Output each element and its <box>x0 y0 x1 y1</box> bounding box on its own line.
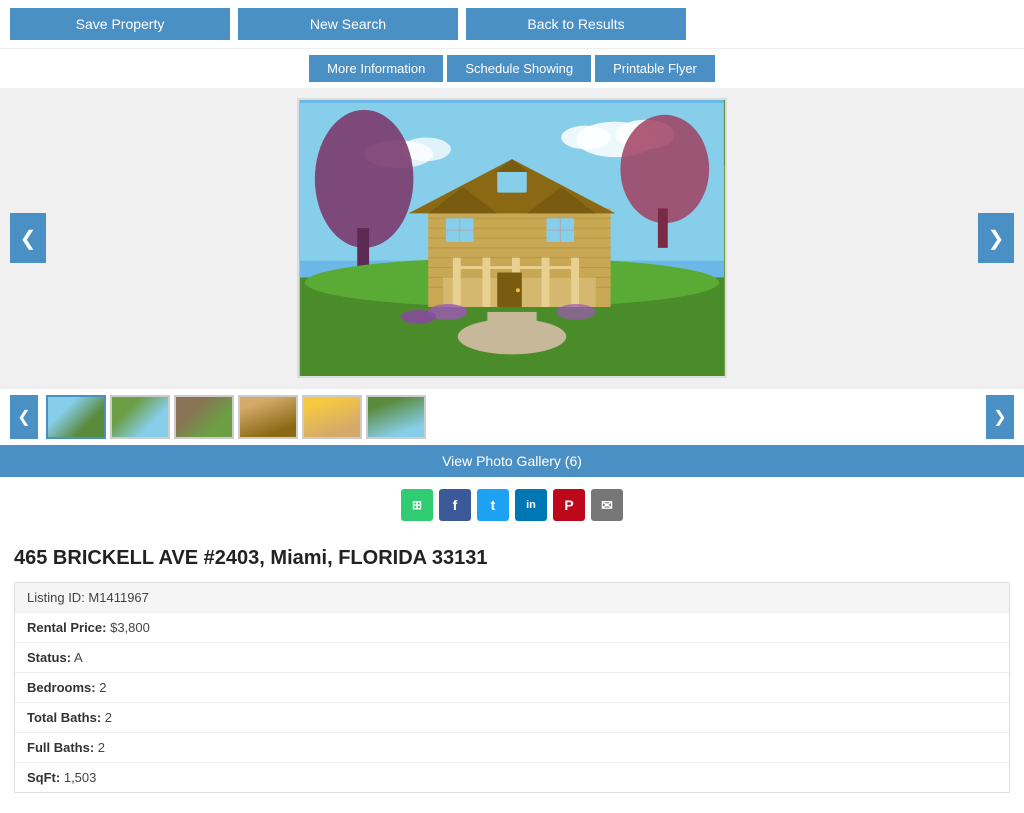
chevron-right-icon: ❯ <box>988 226 1005 251</box>
thumbnail-3[interactable] <box>174 395 234 439</box>
sqft-row: SqFt: 1,503 <box>15 763 1009 792</box>
bedrooms-value: 2 <box>99 680 106 695</box>
twitter-icon: t <box>491 497 496 513</box>
bedrooms-row: Bedrooms: 2 <box>15 673 1009 703</box>
thumbnail-4[interactable] <box>238 395 298 439</box>
social-share-bar: ⊞ f t in P ✉ <box>0 477 1024 533</box>
status-label: Status: <box>27 650 71 665</box>
rental-price-value: $3,800 <box>110 620 150 635</box>
back-to-results-button[interactable]: Back to Results <box>466 8 686 40</box>
share-button[interactable]: ⊞ <box>401 489 433 521</box>
share-icon: ⊞ <box>412 498 422 512</box>
property-info-table: Listing ID: M1411967 Rental Price: $3,80… <box>14 582 1010 793</box>
new-search-button[interactable]: New Search <box>238 8 458 40</box>
main-property-image <box>297 98 727 378</box>
thumbnail-2[interactable] <box>110 395 170 439</box>
main-image-section: ❮ <box>0 88 1024 388</box>
linkedin-button[interactable]: in <box>515 489 547 521</box>
thumbnail-5[interactable] <box>302 395 362 439</box>
view-gallery-bar[interactable]: View Photo Gallery (6) <box>0 445 1024 477</box>
thumbnail-6[interactable] <box>366 395 426 439</box>
status-row: Status: A <box>15 643 1009 673</box>
email-icon: ✉ <box>601 497 613 514</box>
linkedin-icon: in <box>526 499 536 511</box>
printable-flyer-button[interactable]: Printable Flyer <box>595 55 715 82</box>
total-baths-value: 2 <box>105 710 112 725</box>
pinterest-button[interactable]: P <box>553 489 585 521</box>
listing-id-row: Listing ID: M1411967 <box>15 583 1009 613</box>
property-address: 465 BRICKELL AVE #2403, Miami, FLORIDA 3… <box>14 547 1010 570</box>
chevron-left-icon: ❮ <box>20 226 37 251</box>
schedule-showing-button[interactable]: Schedule Showing <box>447 55 591 82</box>
top-bar: Save Property New Search Back to Results <box>0 0 1024 49</box>
bedrooms-label: Bedrooms: <box>27 680 96 695</box>
thumbnail-1[interactable] <box>46 395 106 439</box>
thumb-prev-button[interactable]: ❮ <box>10 395 38 439</box>
twitter-button[interactable]: t <box>477 489 509 521</box>
total-baths-row: Total Baths: 2 <box>15 703 1009 733</box>
property-details: 465 BRICKELL AVE #2403, Miami, FLORIDA 3… <box>0 533 1024 813</box>
sqft-value: 1,503 <box>64 770 97 785</box>
save-property-button[interactable]: Save Property <box>10 8 230 40</box>
more-information-button[interactable]: More Information <box>309 55 443 82</box>
facebook-icon: f <box>453 497 458 513</box>
thumbnail-strip: ❮ ❯ <box>0 388 1024 445</box>
full-baths-value: 2 <box>98 740 105 755</box>
thumb-next-button[interactable]: ❯ <box>986 395 1014 439</box>
email-button[interactable]: ✉ <box>591 489 623 521</box>
full-baths-label: Full Baths: <box>27 740 94 755</box>
thumbnail-list <box>38 395 986 439</box>
prev-image-button[interactable]: ❮ <box>10 213 46 263</box>
pinterest-icon: P <box>564 497 573 513</box>
sqft-label: SqFt: <box>27 770 60 785</box>
next-image-button[interactable]: ❯ <box>978 213 1014 263</box>
facebook-button[interactable]: f <box>439 489 471 521</box>
listing-id-value: Listing ID: M1411967 <box>27 590 149 605</box>
secondary-bar: More Information Schedule Showing Printa… <box>0 49 1024 88</box>
status-value: A <box>74 650 83 665</box>
rental-price-row: Rental Price: $3,800 <box>15 613 1009 643</box>
rental-price-label: Rental Price: <box>27 620 106 635</box>
full-baths-row: Full Baths: 2 <box>15 733 1009 763</box>
total-baths-label: Total Baths: <box>27 710 101 725</box>
